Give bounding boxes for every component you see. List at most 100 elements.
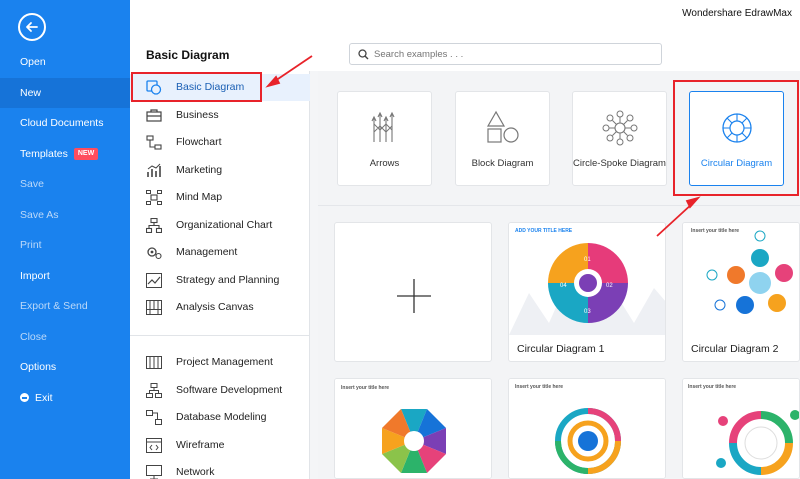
- category-database-modeling[interactable]: Database Modeling: [130, 404, 310, 431]
- flowchart-icon: [146, 135, 162, 150]
- canvas-grid-icon: [146, 300, 162, 315]
- menu-save-as[interactable]: Save As: [0, 200, 130, 230]
- category-mind-map[interactable]: Mind Map: [130, 184, 310, 211]
- type-card-block-diagram[interactable]: Block Diagram: [455, 91, 550, 186]
- menu-open-label: Open: [20, 56, 46, 68]
- app-title: Wondershare EdrawMax: [682, 8, 792, 19]
- category-strategy-planning-label: Strategy and Planning: [176, 274, 280, 286]
- section-title: Basic Diagram: [146, 48, 230, 62]
- menu-options-label: Options: [20, 361, 57, 373]
- highlight-box-circular-diagram: [673, 80, 799, 196]
- back-arrow-icon[interactable]: [18, 13, 46, 41]
- menu-templates[interactable]: Templates NEW: [0, 139, 130, 169]
- category-wireframe[interactable]: Wireframe: [130, 432, 310, 459]
- type-card-circle-spoke-label: Circle-Spoke Diagram: [573, 158, 666, 169]
- menu-close[interactable]: Close: [0, 322, 130, 352]
- category-project-management-label: Project Management: [176, 356, 273, 368]
- segment-label-01: 01: [584, 257, 591, 263]
- template-ring-diagram[interactable]: Insert your title here: [508, 378, 666, 479]
- category-database-modeling-label: Database Modeling: [176, 411, 267, 423]
- circle-spoke-icon: [602, 110, 637, 146]
- category-wireframe-label: Wireframe: [176, 439, 225, 451]
- menu-open[interactable]: Open: [0, 47, 130, 77]
- gantt-icon: [146, 356, 162, 369]
- block-diagram-icon: [486, 110, 519, 143]
- type-card-circle-spoke[interactable]: Circle-Spoke Diagram: [572, 91, 667, 186]
- search-box[interactable]: [349, 43, 662, 65]
- menu-new[interactable]: New: [0, 78, 130, 108]
- org-chart-icon: [146, 218, 162, 233]
- category-sidebar: Basic Diagram Business Flowchart Marketi…: [130, 71, 310, 479]
- arrows-icon: [371, 111, 394, 142]
- briefcase-icon: [146, 109, 162, 122]
- category-software-development-label: Software Development: [176, 384, 283, 396]
- search-input[interactable]: [374, 47, 654, 61]
- menu-export-send-label: Export & Send: [20, 300, 88, 312]
- segment-label-02: 02: [606, 283, 613, 289]
- plus-icon: [397, 279, 431, 313]
- category-strategy-planning[interactable]: Strategy and Planning: [130, 267, 310, 294]
- category-business[interactable]: Business: [130, 102, 310, 129]
- thumb-title: Insert your title here: [515, 384, 563, 390]
- category-network-label: Network: [176, 466, 215, 478]
- bar-chart-icon: [147, 163, 161, 177]
- template-circular-diagram-1[interactable]: ADD YOUR TITLE HERE 01 02 03 04 Circular…: [508, 222, 666, 362]
- category-flowchart[interactable]: Flowchart: [130, 129, 310, 156]
- template-octagon-diagram[interactable]: Insert your title here: [334, 378, 492, 479]
- category-marketing[interactable]: Marketing: [130, 157, 310, 184]
- menu-export-send[interactable]: Export & Send: [0, 291, 130, 321]
- template-thumbnail: Insert your title here: [683, 379, 799, 478]
- software-diagram-icon: [146, 383, 162, 398]
- category-scrollbar[interactable]: [310, 71, 318, 479]
- menu-import[interactable]: Import: [0, 261, 130, 291]
- new-badge: NEW: [73, 148, 99, 161]
- wireframe-icon: [146, 438, 162, 453]
- menu-save-as-label: Save As: [20, 209, 59, 221]
- exit-icon: [20, 393, 29, 402]
- category-software-development[interactable]: Software Development: [130, 377, 310, 404]
- template-blank[interactable]: [334, 222, 492, 362]
- trend-chart-icon: [146, 273, 162, 288]
- template-thumbnail: Insert your title here: [335, 379, 491, 478]
- menu-print-label: Print: [20, 239, 42, 251]
- search-icon: [358, 49, 369, 60]
- template-thumbnail: Insert your title here: [683, 223, 799, 335]
- template-label: Circular Diagram 2: [691, 343, 779, 355]
- category-network[interactable]: Network: [130, 459, 310, 479]
- category-flowchart-label: Flowchart: [176, 136, 222, 148]
- database-icon: [146, 410, 162, 425]
- category-management[interactable]: Management: [130, 239, 310, 266]
- category-divider: [130, 335, 310, 336]
- menu-exit[interactable]: Exit: [0, 383, 130, 413]
- file-menu-sidebar: Open New Cloud Documents Templates NEW Sa…: [0, 0, 130, 479]
- template-cycle-diagram[interactable]: Insert your title here: [682, 378, 800, 479]
- menu-options[interactable]: Options: [0, 352, 130, 382]
- category-analysis-canvas[interactable]: Analysis Canvas: [130, 294, 310, 321]
- category-project-management[interactable]: Project Management: [130, 349, 310, 376]
- thumb-title: Insert your title here: [688, 384, 736, 390]
- segment-label-04: 04: [560, 283, 567, 289]
- mind-map-icon: [146, 190, 162, 205]
- type-card-block-diagram-label: Block Diagram: [471, 158, 534, 169]
- template-circular-diagram-2[interactable]: Insert your title here Circular Diagram …: [682, 222, 800, 362]
- menu-cloud-documents[interactable]: Cloud Documents: [0, 108, 130, 138]
- menu-save[interactable]: Save: [0, 169, 130, 199]
- menu-save-label: Save: [20, 178, 44, 190]
- template-thumbnail: Insert your title here: [509, 379, 665, 478]
- type-card-arrows-label: Arrows: [369, 158, 400, 169]
- thumb-title: Insert your title here: [341, 385, 389, 391]
- menu-print[interactable]: Print: [0, 230, 130, 260]
- category-marketing-label: Marketing: [176, 164, 223, 176]
- template-thumbnail: ADD YOUR TITLE HERE 01 02 03 04: [509, 223, 665, 335]
- type-card-arrows[interactable]: Arrows: [337, 91, 432, 186]
- category-mind-map-label: Mind Map: [176, 191, 223, 203]
- thumb-title: ADD YOUR TITLE HERE: [515, 228, 573, 234]
- category-organizational-chart[interactable]: Organizational Chart: [130, 212, 310, 239]
- network-icon: [146, 465, 162, 479]
- highlight-box-basic-diagram: [131, 72, 262, 102]
- menu-exit-label: Exit: [35, 392, 53, 404]
- template-label: Circular Diagram 1: [517, 343, 605, 355]
- menu-cloud-documents-label: Cloud Documents: [20, 117, 104, 129]
- menu-templates-label: Templates: [20, 148, 68, 160]
- menu-close-label: Close: [20, 331, 47, 343]
